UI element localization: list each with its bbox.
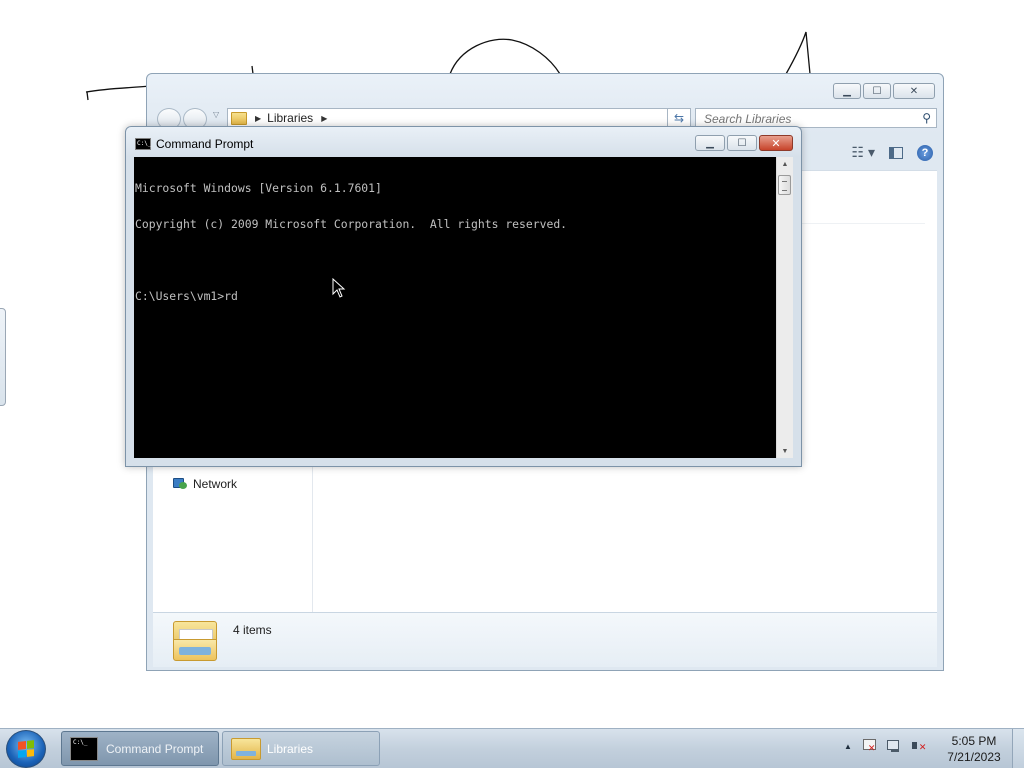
notification-area: ▲	[844, 738, 927, 754]
refresh-button[interactable]: ⇆	[667, 108, 691, 128]
cmd-vertical-scrollbar[interactable]: ▲ ▼	[776, 157, 793, 458]
cmd-window-title: Command Prompt	[156, 137, 254, 151]
preview-pane-icon[interactable]	[889, 146, 903, 159]
clock-date: 7/21/2023	[947, 750, 1001, 764]
change-view-icon[interactable]: ☷ ▾	[852, 144, 875, 161]
search-box[interactable]: ⚲	[695, 108, 937, 128]
console-line: Copyright (c) 2009 Microsoft Corporation…	[135, 217, 568, 231]
scrollbar-thumb[interactable]	[778, 175, 791, 195]
network-icon	[173, 478, 187, 490]
volume-muted-icon[interactable]	[911, 738, 927, 754]
desktop-gadget-edge[interactable]	[0, 308, 6, 406]
explorer-maximize-button[interactable]: ☐	[863, 83, 891, 99]
taskbar-button-command-prompt[interactable]: C:\_ Command Prompt	[61, 731, 219, 766]
show-desktop-button[interactable]	[1012, 729, 1024, 768]
breadcrumb-arrow-icon[interactable]: ▶	[321, 114, 327, 123]
command-prompt-icon: C:\_	[70, 736, 98, 761]
cmd-window-controls: ▁ ☐ ✕	[695, 135, 793, 151]
search-icon[interactable]: ⚲	[922, 111, 931, 125]
details-pane: 4 items	[153, 612, 937, 667]
cmd-minimize-button[interactable]: ▁	[695, 135, 725, 151]
breadcrumb-libraries[interactable]: Libraries	[267, 111, 313, 125]
taskbar-button-label: Libraries	[267, 741, 314, 756]
cmd-title-bar[interactable]: C:\_ Command Prompt ▁ ☐ ✕	[126, 127, 801, 157]
nav-item-network-label: Network	[193, 477, 238, 491]
clock-time: 5:05 PM	[951, 734, 997, 748]
taskbar-button-libraries[interactable]: Libraries	[222, 731, 380, 766]
start-button[interactable]	[6, 730, 46, 768]
scroll-up-arrow-icon[interactable]: ▲	[777, 157, 793, 171]
address-bar[interactable]: ▶ Libraries ▶ ▼	[227, 108, 689, 128]
explorer-close-button[interactable]: ✕	[893, 83, 935, 99]
show-hidden-icons-icon[interactable]: ▲	[844, 742, 852, 751]
windows-logo-icon	[18, 740, 34, 758]
libraries-folder-icon	[231, 736, 261, 762]
console-line: Microsoft Windows [Version 6.1.7601]	[135, 181, 382, 195]
explorer-toolbar-right: ☷ ▾ ?	[852, 144, 933, 161]
command-prompt-window[interactable]: C:\_ Command Prompt ▁ ☐ ✕ Microsoft Wind…	[125, 126, 802, 467]
items-count: 4 items	[233, 623, 272, 637]
cmd-close-button[interactable]: ✕	[759, 135, 793, 151]
console-output[interactable]: Microsoft Windows [Version 6.1.7601] Cop…	[134, 157, 776, 458]
taskbar: C:\_ Command Prompt Libraries ▲ 5:05 PM …	[0, 728, 1024, 768]
command-prompt-icon[interactable]: C:\_	[135, 138, 151, 150]
network-icon[interactable]	[886, 738, 902, 754]
scroll-down-arrow-icon[interactable]: ▼	[777, 444, 793, 458]
libraries-folder-icon	[231, 111, 247, 125]
libraries-large-icon	[173, 619, 217, 661]
help-icon[interactable]: ?	[917, 144, 933, 161]
action-center-flag-icon[interactable]	[861, 738, 877, 754]
explorer-window-controls: ▁ ☐ ✕	[833, 83, 935, 99]
cmd-maximize-button[interactable]: ☐	[727, 135, 757, 151]
taskbar-button-label: Command Prompt	[106, 741, 204, 756]
clock[interactable]: 5:05 PM 7/21/2023	[946, 733, 1002, 765]
breadcrumb-arrow-icon[interactable]: ▶	[255, 114, 261, 123]
explorer-minimize-button[interactable]: ▁	[833, 83, 861, 99]
recent-pages-dropdown[interactable]: ▽	[213, 110, 219, 119]
mouse-pointer-icon	[332, 278, 346, 298]
nav-item-network[interactable]: Network	[173, 477, 237, 491]
console-prompt-line[interactable]: C:\Users\vm1>rd	[135, 290, 776, 302]
